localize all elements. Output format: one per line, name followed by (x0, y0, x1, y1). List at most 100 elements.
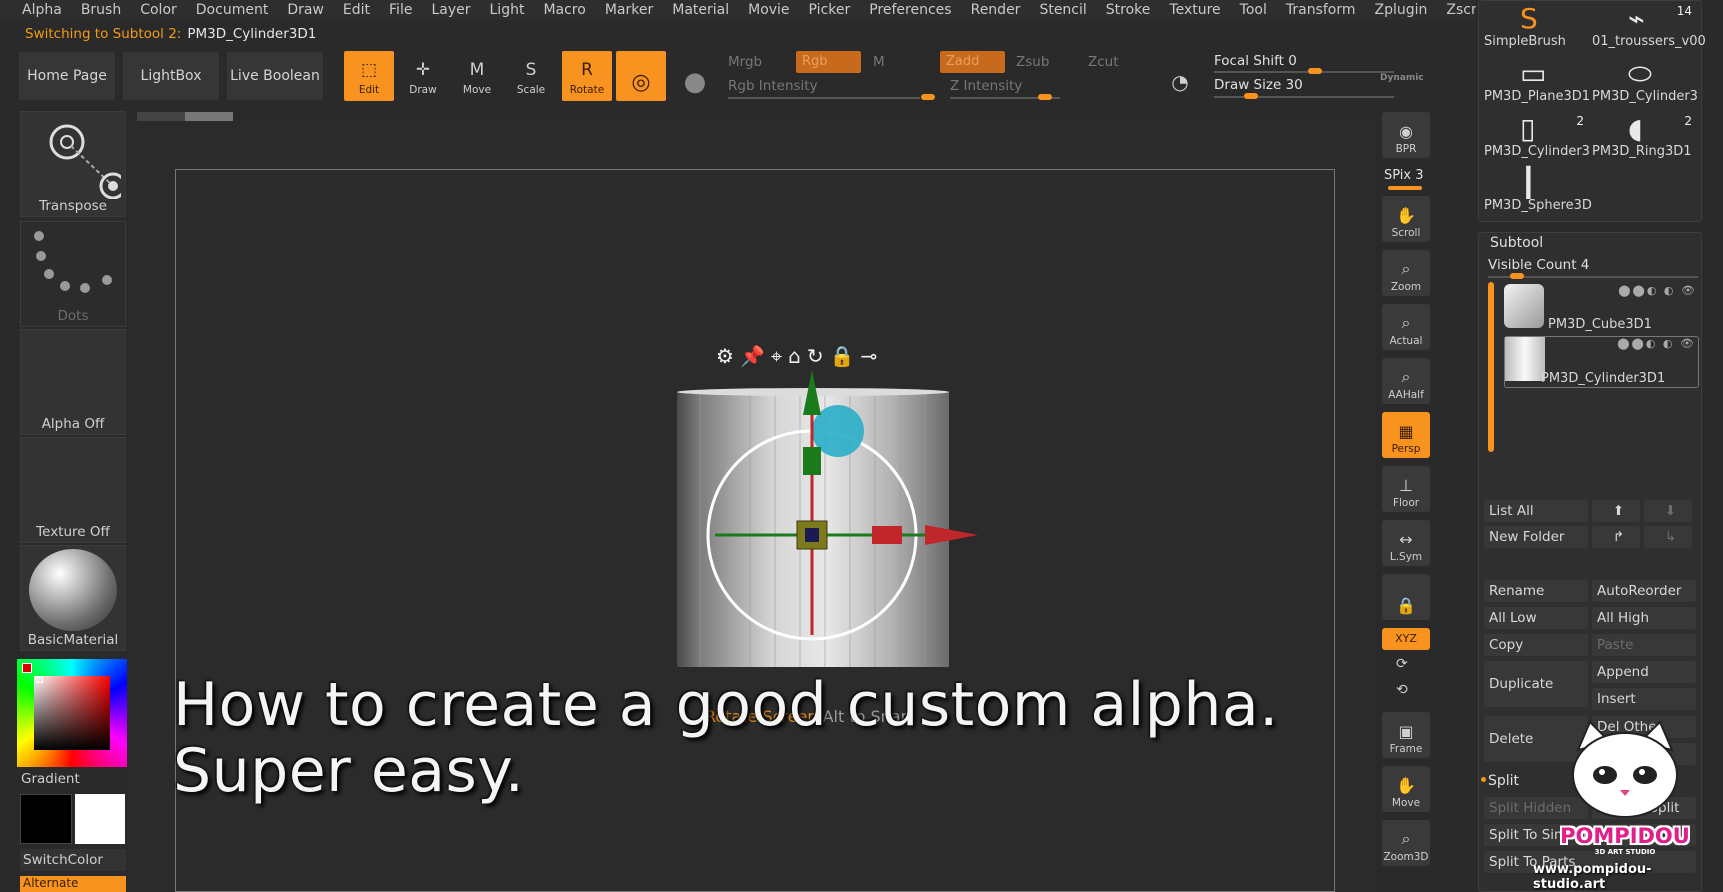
list-all-button[interactable]: List All (1484, 500, 1588, 522)
new-folder-button[interactable]: New Folder (1484, 526, 1588, 548)
zsub-toggle[interactable]: Zsub (1016, 54, 1049, 70)
texture-tile[interactable]: Texture Off (20, 437, 126, 543)
gyro-button[interactable]: ◎ (616, 51, 666, 101)
menu-item-color[interactable]: Color (140, 2, 177, 18)
folder-in-icon[interactable]: ↱ (1592, 526, 1640, 548)
gizmo-location-icon[interactable]: ⌖ (771, 344, 782, 368)
live-boolean-button[interactable]: Live Boolean (226, 51, 324, 101)
menu-item-alpha[interactable]: Alpha (22, 2, 62, 18)
scale-tool-button[interactable]: S Scale (506, 51, 556, 101)
menu-item-render[interactable]: Render (971, 2, 1021, 18)
tool-thumbnail[interactable]: S SimpleBrush (1484, 0, 1588, 52)
shelf-aahalf-button[interactable]: ⌕ AAHalf (1382, 358, 1430, 404)
menu-item-marker[interactable]: Marker (605, 2, 653, 18)
gizmo-settings-icon[interactable]: ⚙ (716, 344, 734, 368)
menu-item-stencil[interactable]: Stencil (1039, 2, 1086, 18)
menu-item-file[interactable]: File (389, 2, 412, 18)
canvas-scrollbar[interactable] (137, 112, 233, 121)
menu-item-tool[interactable]: Tool (1240, 2, 1267, 18)
menu-item-movie[interactable]: Movie (748, 2, 789, 18)
tool-thumbnail[interactable]: ┃ PM3D_Sphere3D (1484, 164, 1592, 216)
shelf-lock-button[interactable]: 🔒 (1382, 574, 1430, 620)
subtool-scrollbar[interactable] (1488, 282, 1494, 452)
autoreorder-button[interactable]: AutoReorder (1592, 580, 1696, 602)
rotate-tool-button[interactable]: R Rotate (562, 51, 612, 101)
shelf-floor-button[interactable]: ⊥ Floor (1382, 466, 1430, 512)
z-intensity-knob[interactable] (1038, 94, 1052, 100)
home-page-button[interactable]: Home Page (18, 51, 116, 101)
menu-item-zplugin[interactable]: Zplugin (1375, 2, 1428, 18)
shelf-frame-button[interactable]: ▣ Frame (1382, 712, 1430, 758)
focal-shift-slider[interactable] (1214, 71, 1394, 73)
gizmo-lock-icon[interactable]: 🔒 (830, 344, 855, 368)
draw-size-slider[interactable] (1214, 96, 1394, 98)
shelf-scroll-button[interactable]: ✋ Scroll (1382, 196, 1430, 242)
alternate-button[interactable]: Alternate (20, 876, 126, 892)
tool-thumbnail[interactable]: ⌁ 01_troussers_v00 14 (1592, 0, 1706, 52)
m-toggle[interactable]: M (873, 54, 885, 70)
brush-mode-button[interactable]: ◔ (1161, 51, 1199, 101)
duplicate-button[interactable]: Duplicate (1484, 661, 1588, 707)
tool-thumbnail[interactable]: ▭ PM3D_Plane3D1 (1484, 55, 1590, 107)
insert-button[interactable]: Insert (1592, 688, 1696, 710)
tool-thumbnail[interactable]: ⬭ PM3D_Cylinder3 (1592, 55, 1698, 107)
edit-tool-button[interactable]: ⬚ Edit (344, 51, 394, 101)
paste-button[interactable]: Paste (1592, 634, 1696, 656)
shelf-move-button[interactable]: ✋ Move (1382, 766, 1430, 812)
menu-item-texture[interactable]: Texture (1169, 2, 1220, 18)
subtool-visibility-icon[interactable]: ⬤⬤◐ ◐ 👁 (1618, 284, 1697, 297)
append-button[interactable]: Append (1592, 661, 1696, 683)
menu-item-brush[interactable]: Brush (81, 2, 121, 18)
focal-shift-knob[interactable] (1308, 68, 1322, 74)
gradient-label[interactable]: Gradient (21, 771, 80, 787)
rgb-intensity-knob[interactable] (921, 94, 935, 100)
cylinder-model[interactable] (660, 335, 990, 695)
xyz-symmetry-button[interactable]: XYZ (1382, 628, 1430, 650)
tool-thumbnail[interactable]: ▯ PM3D_Cylinder3 2 (1484, 110, 1590, 162)
spix-slider[interactable] (1388, 186, 1422, 190)
rename-button[interactable]: Rename (1484, 580, 1588, 602)
shelf-persp-button[interactable]: ▦ Persp (1382, 412, 1430, 458)
secondary-color-swatch[interactable] (75, 794, 125, 844)
menu-item-picker[interactable]: Picker (809, 2, 851, 18)
color-picker-square[interactable] (34, 676, 110, 750)
shelf-bpr-button[interactable]: ◉ BPR (1382, 112, 1430, 158)
menu-item-draw[interactable]: Draw (287, 2, 324, 18)
main-color-swatch[interactable] (20, 794, 72, 844)
alpha-tile[interactable]: Alpha Off (20, 329, 126, 435)
menu-item-stroke[interactable]: Stroke (1106, 2, 1151, 18)
gizmo-home-icon[interactable]: ⌂ (788, 344, 801, 368)
gizmo-minus-icon[interactable]: ⊸ (860, 344, 877, 368)
move-down-icon[interactable]: ⬇ (1644, 500, 1692, 522)
draw-tool-button[interactable]: ✛ Draw (398, 51, 448, 101)
menu-item-edit[interactable]: Edit (343, 2, 370, 18)
shelf-zoom3d-button[interactable]: ⌕ Zoom3D (1382, 820, 1430, 866)
material-tile[interactable]: BasicMaterial (20, 545, 126, 651)
menu-item-preferences[interactable]: Preferences (869, 2, 951, 18)
zcut-toggle[interactable]: Zcut (1088, 54, 1119, 70)
menu-item-material[interactable]: Material (672, 2, 729, 18)
tool-thumbnail[interactable]: ◖ PM3D_Ring3D1 2 (1592, 110, 1696, 162)
lightbox-button[interactable]: LightBox (122, 51, 220, 101)
shelf-lsym-button[interactable]: ↔ L.Sym (1382, 520, 1430, 566)
folder-out-icon[interactable]: ↳ (1644, 526, 1692, 548)
move-tool-button[interactable]: M Move (452, 51, 502, 101)
dynamic-toggle[interactable]: Dynamic (1380, 73, 1424, 83)
rgb-intensity-slider[interactable] (728, 97, 920, 99)
rotate-z-icon[interactable]: ⟲ (1396, 682, 1408, 698)
transpose-brush-tile[interactable]: Transpose (20, 111, 126, 217)
copy-button[interactable]: Copy (1484, 634, 1588, 656)
mrgb-toggle[interactable]: Mrgb (728, 54, 762, 70)
switchcolor-button[interactable]: SwitchColor (20, 849, 126, 871)
split-section-title[interactable]: Split (1488, 773, 1519, 789)
gizmo-reset-icon[interactable]: ↻ (807, 344, 824, 368)
menu-item-macro[interactable]: Macro (543, 2, 585, 18)
gizmo-pin-icon[interactable]: 📌 (740, 344, 765, 368)
material-sphere-button[interactable]: ● (670, 51, 720, 101)
shelf-actual-button[interactable]: ⌕ Actual (1382, 304, 1430, 350)
dots-stroke-tile[interactable]: Dots (20, 221, 126, 327)
color-picker[interactable] (17, 659, 127, 767)
all-high-button[interactable]: All High (1592, 607, 1696, 629)
menu-item-layer[interactable]: Layer (431, 2, 470, 18)
all-low-button[interactable]: All Low (1484, 607, 1588, 629)
